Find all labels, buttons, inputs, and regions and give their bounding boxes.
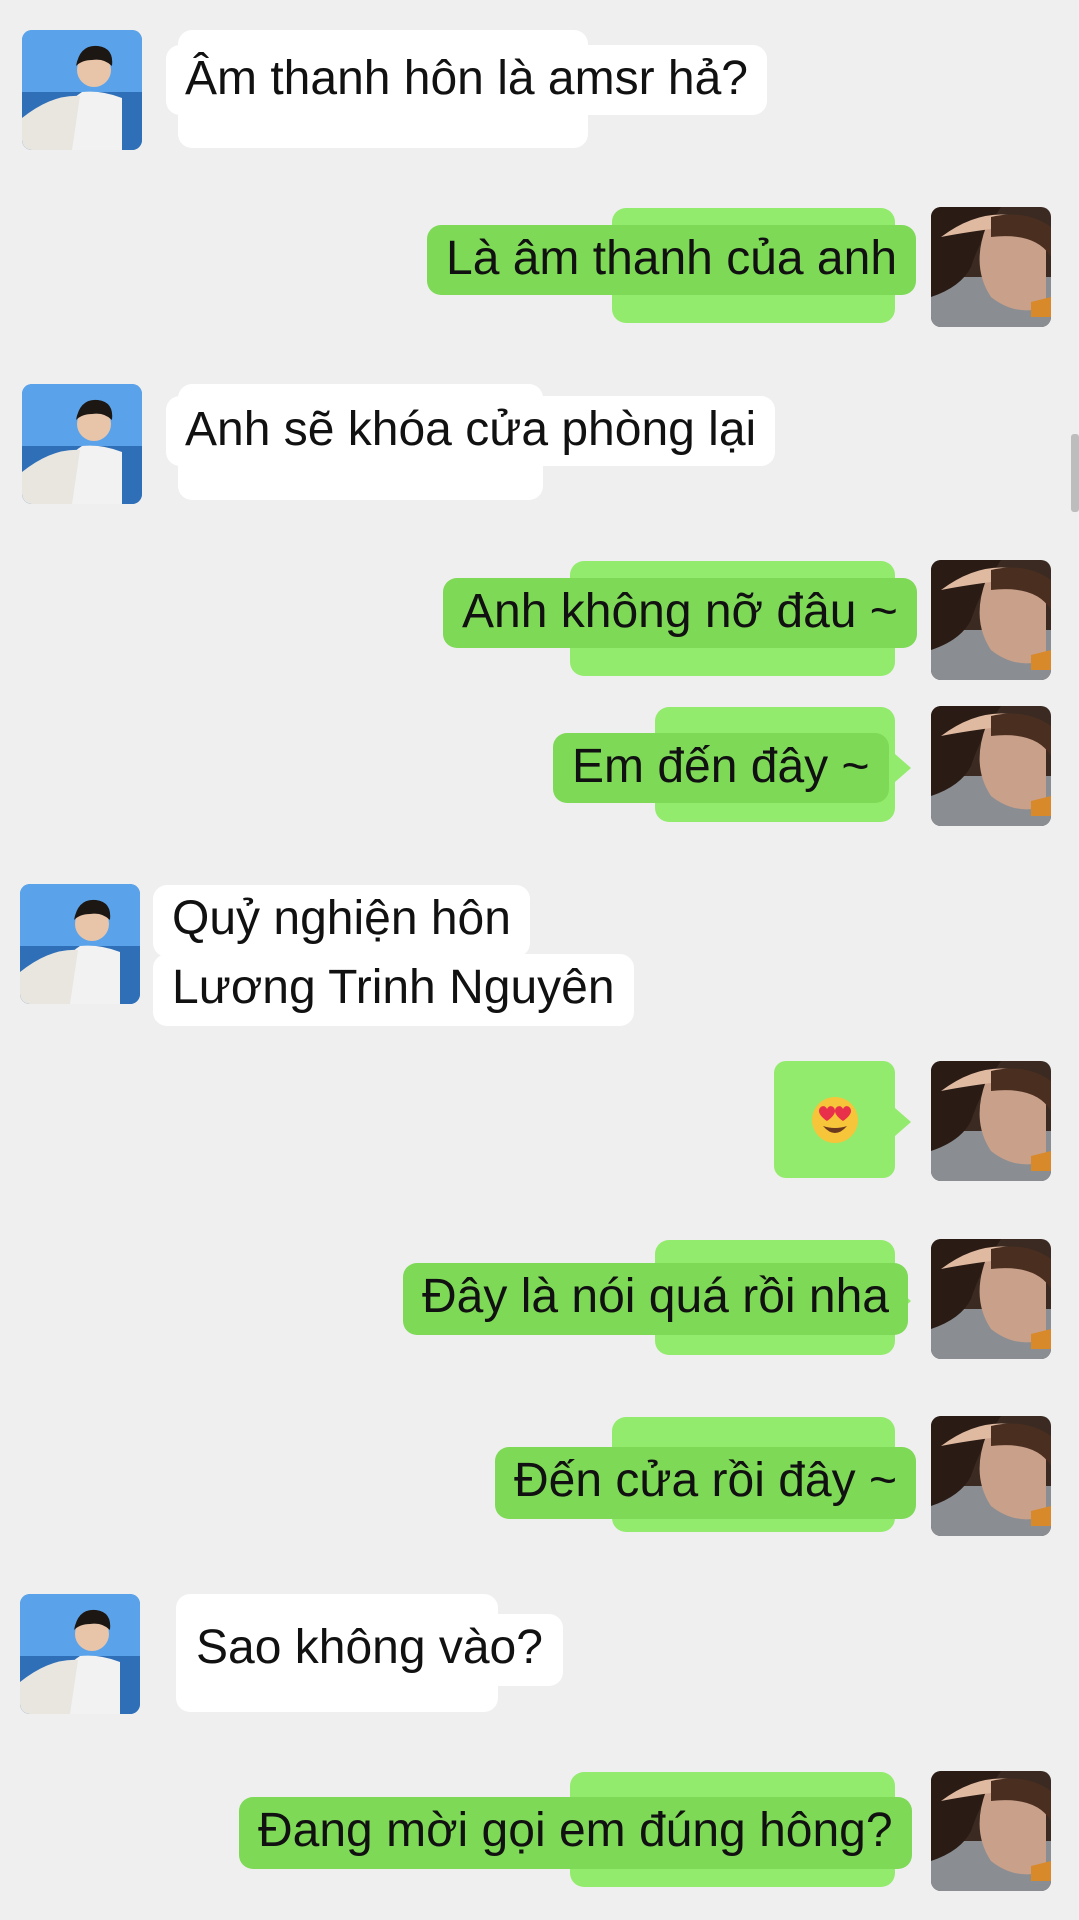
my-avatar[interactable] [931,706,1051,826]
contact-avatar[interactable] [22,384,142,504]
my-avatar[interactable] [931,1061,1051,1181]
outgoing-message[interactable]: Em đến đây ~ [553,733,889,803]
incoming-message-line-2[interactable]: Lương Trinh Nguyên [153,954,634,1026]
outgoing-message[interactable]: Là âm thanh của anh [427,225,917,295]
incoming-message-line-1[interactable]: Quỷ nghiện hôn [153,885,530,957]
contact-avatar[interactable] [22,30,142,150]
incoming-message[interactable]: Sao không vào? [176,1614,563,1686]
outgoing-message[interactable]: Đến cửa rồi đây ~ [495,1447,916,1519]
outgoing-emoji-message[interactable] [774,1061,895,1178]
heart-eyes-emoji [812,1097,858,1143]
contact-avatar[interactable] [20,884,140,1004]
outgoing-message[interactable]: Anh không nỡ đâu ~ [443,578,917,648]
scrollbar[interactable] [1071,434,1079,512]
my-avatar[interactable] [931,1239,1051,1359]
my-avatar[interactable] [931,1416,1051,1536]
my-avatar[interactable] [931,207,1051,327]
incoming-message[interactable]: Anh sẽ khóa cửa phòng lại [166,396,776,466]
outgoing-message[interactable]: Đang mời gọi em đúng hông? [239,1797,912,1869]
contact-avatar[interactable] [20,1594,140,1714]
my-avatar[interactable] [931,1771,1051,1891]
incoming-message[interactable]: Âm thanh hôn là amsr hả? [166,45,767,115]
my-avatar[interactable] [931,560,1051,680]
outgoing-message[interactable]: Đây là nói quá rồi nha [403,1263,908,1335]
chat-thread[interactable]: Âm thanh hôn là amsr hả? Là âm thanh của… [0,0,1079,1920]
